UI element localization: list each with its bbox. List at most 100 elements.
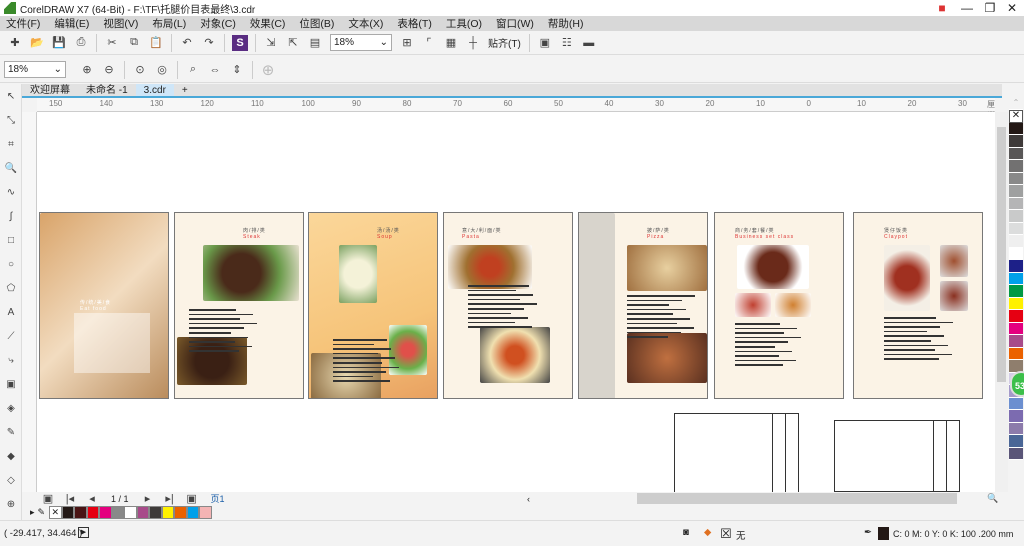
transparency-icon[interactable]: ◈ bbox=[3, 400, 19, 416]
color-swatch[interactable] bbox=[1009, 147, 1023, 160]
ellipse-tool-icon[interactable]: ○ bbox=[3, 256, 19, 272]
vertical-scrollbar[interactable] bbox=[995, 112, 1008, 492]
tab-0[interactable]: 欢迎屏幕 bbox=[22, 84, 78, 96]
full-screen-icon[interactable]: ⊞ bbox=[399, 35, 415, 51]
color-swatch[interactable] bbox=[1009, 410, 1023, 423]
outline-pen-icon[interactable]: ✒ bbox=[864, 527, 872, 538]
eyedropper-icon[interactable]: ✎ bbox=[38, 507, 46, 518]
color-swatch[interactable] bbox=[1009, 210, 1023, 223]
color-swatch[interactable] bbox=[1009, 322, 1023, 335]
welcome-icon[interactable]: ▣ bbox=[537, 35, 553, 51]
food-photo[interactable] bbox=[735, 293, 771, 317]
zoom-level-combo[interactable]: 18% ⌄ bbox=[330, 34, 392, 51]
parallel-dimension-icon[interactable]: ⟋ bbox=[3, 328, 19, 344]
paste-icon[interactable]: 📋 bbox=[148, 35, 164, 51]
document-color-swatch[interactable] bbox=[174, 506, 187, 519]
menu-item[interactable]: 窗口(W) bbox=[496, 16, 534, 31]
color-swatch[interactable] bbox=[1009, 222, 1023, 235]
print-icon[interactable]: ⎙ bbox=[73, 35, 89, 51]
document-color-swatch[interactable] bbox=[111, 506, 125, 519]
scroll-left-icon[interactable]: ‹ bbox=[527, 494, 530, 504]
publish-pdf-icon[interactable]: ▤ bbox=[307, 35, 323, 51]
expand-icon[interactable]: ▶ bbox=[78, 527, 89, 538]
menu-page-4[interactable]: 意/大/利/面/类 Pasta bbox=[443, 212, 573, 399]
menu-item[interactable]: 布局(L) bbox=[152, 16, 186, 31]
notification-badge[interactable]: 53 bbox=[1010, 371, 1024, 397]
food-photo[interactable] bbox=[339, 245, 377, 303]
rectangle-tool-icon[interactable]: □ bbox=[3, 232, 19, 248]
food-photo[interactable] bbox=[448, 245, 532, 289]
drawing-canvas[interactable]: 传/统/美/食 Eat food 肉/排/类 Steak 汤/汤/类 Soup 意/大/利/… bbox=[37, 112, 995, 492]
color-swatch[interactable] bbox=[1009, 447, 1023, 460]
user-icon[interactable]: ■ bbox=[930, 0, 954, 16]
restore-button[interactable]: ❐ bbox=[978, 0, 1002, 16]
zoom-combo[interactable]: 18% ⌄ bbox=[4, 61, 66, 78]
food-photo[interactable] bbox=[203, 245, 299, 301]
menu-page-5[interactable]: 披/萨/类 Pizza bbox=[578, 212, 708, 399]
color-swatch[interactable] bbox=[1009, 285, 1023, 298]
color-swatch[interactable] bbox=[1009, 347, 1023, 360]
zoom-navigator-icon[interactable]: 🔍 bbox=[987, 493, 998, 504]
cut-icon[interactable]: ✂ bbox=[104, 35, 120, 51]
snap-to-button[interactable]: 贴齐(T) bbox=[488, 35, 521, 50]
color-swatch[interactable] bbox=[1009, 235, 1023, 248]
menu-item[interactable]: 视图(V) bbox=[103, 16, 138, 31]
color-swatch[interactable] bbox=[1009, 260, 1023, 273]
eyedropper-icon[interactable]: ✎ bbox=[3, 424, 19, 440]
color-swatch[interactable] bbox=[1009, 297, 1023, 310]
food-photo[interactable] bbox=[884, 245, 930, 311]
palette-menu-icon[interactable]: ▸ bbox=[30, 507, 35, 518]
zoom-height-icon[interactable]: ⇕ bbox=[229, 62, 245, 78]
document-color-swatch[interactable] bbox=[99, 506, 112, 519]
menu-page-7[interactable]: 煲仔饭类 Claypot bbox=[853, 212, 983, 399]
copy-icon[interactable]: ⧉ bbox=[126, 35, 142, 51]
tab-1[interactable]: 未命名 -1 bbox=[78, 84, 136, 96]
pick-tool-icon[interactable]: ↖ bbox=[3, 88, 19, 104]
color-swatch[interactable] bbox=[1009, 272, 1023, 285]
document-color-swatch[interactable] bbox=[86, 506, 100, 519]
zoom-selected-icon[interactable]: ⊙ bbox=[132, 62, 148, 78]
food-photo[interactable] bbox=[579, 213, 615, 398]
menu-item[interactable]: 对象(C) bbox=[200, 16, 236, 31]
color-swatch[interactable] bbox=[1009, 247, 1023, 260]
document-color-swatch[interactable] bbox=[149, 506, 162, 519]
add-icon[interactable]: ⊕ bbox=[260, 62, 276, 79]
rulers-icon[interactable]: ⌜ bbox=[421, 35, 437, 51]
menu-page-1[interactable]: 传/统/美/食 Eat food bbox=[39, 212, 169, 399]
menu-page-6[interactable]: 商/务/套/餐/类 Business set class bbox=[714, 212, 844, 399]
food-photo[interactable] bbox=[177, 337, 247, 385]
open-icon[interactable]: 📂 bbox=[29, 35, 45, 51]
color-swatch[interactable] bbox=[1009, 335, 1023, 348]
fill-bucket-icon[interactable]: ◆ bbox=[704, 527, 711, 538]
add-tool-icon[interactable]: ⊕ bbox=[3, 496, 19, 512]
zoom-out-icon[interactable]: ⊖ bbox=[101, 62, 117, 78]
vertical-ruler[interactable] bbox=[22, 112, 37, 492]
smart-fill-icon[interactable]: ◇ bbox=[3, 472, 19, 488]
food-photo[interactable] bbox=[940, 245, 968, 277]
color-swatch[interactable] bbox=[1009, 435, 1023, 448]
guidelines-icon[interactable]: ┼ bbox=[465, 35, 481, 51]
connector-tool-icon[interactable]: ⤷ bbox=[3, 352, 19, 368]
import-icon[interactable]: ⇲ bbox=[263, 35, 279, 51]
food-photo[interactable] bbox=[627, 333, 707, 383]
document-color-swatch[interactable] bbox=[136, 506, 150, 519]
food-photo[interactable] bbox=[775, 293, 811, 317]
zoom-tool-icon[interactable]: 🔍 bbox=[3, 160, 19, 176]
empty-frame[interactable] bbox=[834, 420, 960, 492]
close-button[interactable]: ✕ bbox=[1000, 0, 1024, 16]
menu-item[interactable]: 帮助(H) bbox=[548, 16, 584, 31]
color-swatch[interactable] bbox=[1009, 197, 1023, 210]
document-color-swatch[interactable] bbox=[199, 506, 212, 519]
launch-icon[interactable]: ▬ bbox=[581, 35, 597, 51]
freehand-tool-icon[interactable]: ∿ bbox=[3, 184, 19, 200]
zoom-width-icon[interactable]: ⇔ bbox=[207, 62, 223, 78]
page-tab-1[interactable]: 页1 bbox=[211, 492, 225, 505]
food-photo[interactable] bbox=[627, 245, 707, 291]
artistic-media-icon[interactable]: ∫ bbox=[3, 208, 19, 224]
food-photo[interactable] bbox=[940, 281, 968, 311]
menu-page-3[interactable]: 汤/汤/类 Soup bbox=[308, 212, 438, 399]
tab-2[interactable]: 3.cdr bbox=[135, 84, 174, 96]
crop-tool-icon[interactable]: ⌗ bbox=[3, 136, 19, 152]
menu-item[interactable]: 效果(C) bbox=[250, 16, 286, 31]
menu-item[interactable]: 位图(B) bbox=[299, 16, 334, 31]
